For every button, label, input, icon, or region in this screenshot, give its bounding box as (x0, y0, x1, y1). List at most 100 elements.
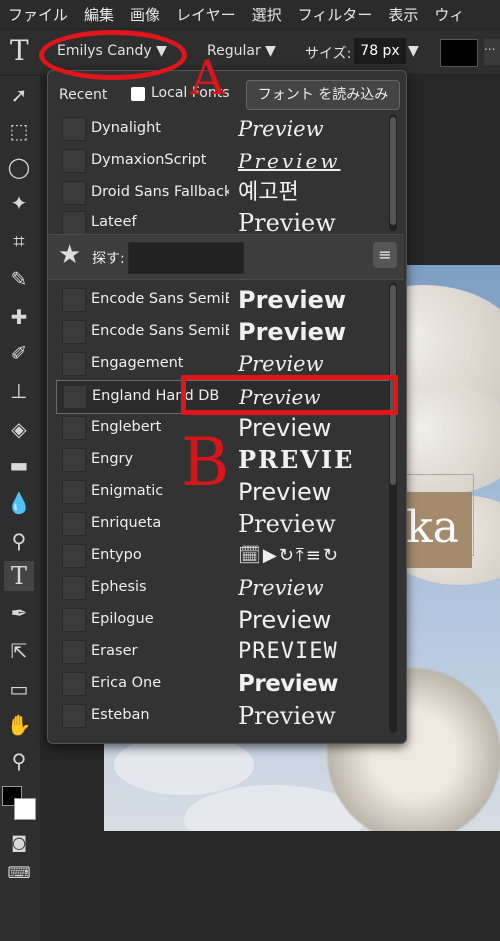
font-checkbox[interactable] (62, 352, 86, 376)
font-preview: Preview (238, 286, 347, 314)
font-checkbox[interactable] (62, 149, 86, 173)
font-row-entypo[interactable]: Entypo 🗓▶↻⤒≡↻ (48, 540, 388, 572)
font-list-scrollbar[interactable] (389, 283, 397, 733)
font-row-erica-one[interactable]: Erica One Preview (48, 668, 388, 700)
tab-recent[interactable]: Recent (59, 87, 107, 103)
font-name: Droid Sans Fallback (91, 184, 229, 200)
font-checkbox[interactable] (62, 320, 86, 344)
lasso-icon[interactable]: ◯ (4, 152, 34, 182)
eraser-icon[interactable]: ◈ (4, 414, 34, 444)
background-color-swatch[interactable] (14, 798, 36, 820)
font-checkbox[interactable] (62, 608, 86, 632)
keyboard-icon[interactable]: ⌨ (4, 858, 34, 888)
menu-filter[interactable]: フィルター (290, 0, 381, 25)
font-name: DymaxionScript (91, 152, 207, 168)
favorites-star-icon[interactable]: ★ (58, 240, 81, 270)
font-size-input[interactable]: 78 px (354, 38, 406, 64)
font-preview: 🗓▶↻⤒≡↻ (238, 545, 340, 566)
recent-scrollbar[interactable] (389, 115, 397, 231)
font-size-dropdown-arrow[interactable]: ▼ (408, 43, 419, 59)
shape-icon[interactable]: ▭ (4, 674, 34, 704)
tools-panel: ➚ ⬚ ◯ ✦ ⌗ ✎ ✚ ✐ ⊥ ◈ ▬ 💧 ⚲ T ✒ ⇱ ▭ ✋ ⚲ ◙ … (0, 76, 40, 941)
more-options-button[interactable]: ... (484, 39, 500, 65)
healing-icon[interactable]: ✚ (4, 302, 34, 332)
menu-layer[interactable]: レイヤー (168, 0, 244, 25)
font-row-encode-sans-1[interactable]: Encode Sans SemiE Preview (48, 284, 388, 316)
font-preview: Preview (238, 414, 332, 442)
font-name: Enriqueta (91, 515, 162, 531)
font-row-dynalight[interactable]: Dynalight Preview (48, 113, 388, 145)
font-checkbox[interactable] (62, 416, 86, 440)
font-row-enriqueta[interactable]: Enriqueta Preview (48, 508, 388, 540)
font-checkbox[interactable] (62, 181, 86, 205)
menu-file[interactable]: ファイル (0, 0, 76, 25)
font-name: Esteban (91, 707, 150, 723)
font-checkbox[interactable] (62, 512, 86, 536)
menu-bar: ファイル 編集 画像 レイヤー 選択 フィルター 表示 ウィ (0, 0, 500, 28)
eyedropper-icon[interactable]: ✎ (4, 264, 34, 294)
font-name: Lateef (91, 214, 137, 230)
font-checkbox[interactable] (62, 640, 86, 664)
pen-icon[interactable]: ✒ (4, 598, 34, 628)
font-checkbox[interactable] (62, 211, 86, 235)
load-font-button[interactable]: フォント を読み込み (246, 80, 400, 110)
font-checkbox[interactable] (62, 704, 86, 728)
annotation-label-b: B (181, 424, 230, 501)
menu-window[interactable]: ウィ (426, 0, 472, 25)
font-checkbox[interactable] (63, 385, 87, 409)
path-select-icon[interactable]: ⇱ (4, 636, 34, 666)
font-name: Erica One (91, 675, 162, 691)
font-preview: Preview (238, 576, 324, 600)
font-row-esteban[interactable]: Esteban Preview (48, 700, 388, 732)
text-tool-icon[interactable]: T (4, 561, 34, 591)
menu-edit[interactable]: 編集 (76, 0, 122, 25)
gradient-icon[interactable]: ▬ (4, 450, 34, 480)
text-color-swatch[interactable] (440, 39, 478, 67)
list-view-icon[interactable]: ≡ (373, 242, 397, 268)
font-preview: Preview (238, 510, 336, 538)
menu-view[interactable]: 表示 (380, 0, 426, 25)
font-name: Ephesis (91, 579, 147, 595)
menu-image[interactable]: 画像 (122, 0, 168, 25)
stamp-icon[interactable]: ⊥ (4, 376, 34, 406)
quick-mask-icon[interactable]: ◙ (4, 828, 34, 858)
font-name: Dynalight (91, 120, 161, 136)
font-name: Encode Sans SemiE (91, 323, 229, 339)
hand-icon[interactable]: ✋ (4, 710, 34, 740)
font-row-encode-sans-2[interactable]: Encode Sans SemiE Preview (48, 316, 388, 348)
blur-drop-icon[interactable]: 💧 (4, 488, 34, 518)
zoom-icon[interactable]: ⚲ (4, 746, 34, 776)
font-checkbox[interactable] (62, 448, 86, 472)
font-name: Encode Sans SemiE (91, 291, 229, 307)
text-tool-indicator-icon: T (10, 34, 29, 67)
size-label: サイズ: (305, 46, 352, 62)
local-fonts-checkbox[interactable] (131, 87, 145, 101)
font-row-eraser[interactable]: Eraser PREVIEW (48, 636, 388, 668)
font-checkbox[interactable] (62, 576, 86, 600)
font-checkbox[interactable] (62, 288, 86, 312)
font-search-bar: ★ 探す: ≡ (48, 234, 404, 280)
font-preview: Preview (238, 671, 339, 697)
font-preview: Preview (238, 117, 324, 141)
font-row-epilogue[interactable]: Epilogue Preview (48, 604, 388, 636)
annotation-label-a: A (190, 50, 225, 106)
find-label: 探す: (92, 251, 125, 267)
font-preview: Preview (238, 149, 341, 173)
marquee-icon[interactable]: ⬚ (4, 116, 34, 146)
font-row-ephesis[interactable]: Ephesis Preview (48, 572, 388, 604)
dodge-icon[interactable]: ⚲ (4, 526, 34, 556)
magic-wand-icon[interactable]: ✦ (4, 188, 34, 218)
font-checkbox[interactable] (62, 544, 86, 568)
font-name: Entypo (91, 547, 142, 563)
font-row-droid-sans-fallback[interactable]: Droid Sans Fallback 예고편 (48, 177, 388, 209)
font-search-input[interactable] (128, 242, 244, 274)
font-checkbox[interactable] (62, 480, 86, 504)
brush-icon[interactable]: ✐ (4, 338, 34, 368)
select-arrow-icon[interactable]: ➚ (4, 80, 34, 110)
crop-icon[interactable]: ⌗ (4, 226, 34, 256)
font-checkbox[interactable] (62, 117, 86, 141)
font-checkbox[interactable] (62, 672, 86, 696)
text-layer-preview[interactable]: ka (404, 492, 472, 568)
menu-select[interactable]: 選択 (244, 0, 290, 25)
font-row-dymaxionscript[interactable]: DymaxionScript Preview (48, 145, 388, 177)
